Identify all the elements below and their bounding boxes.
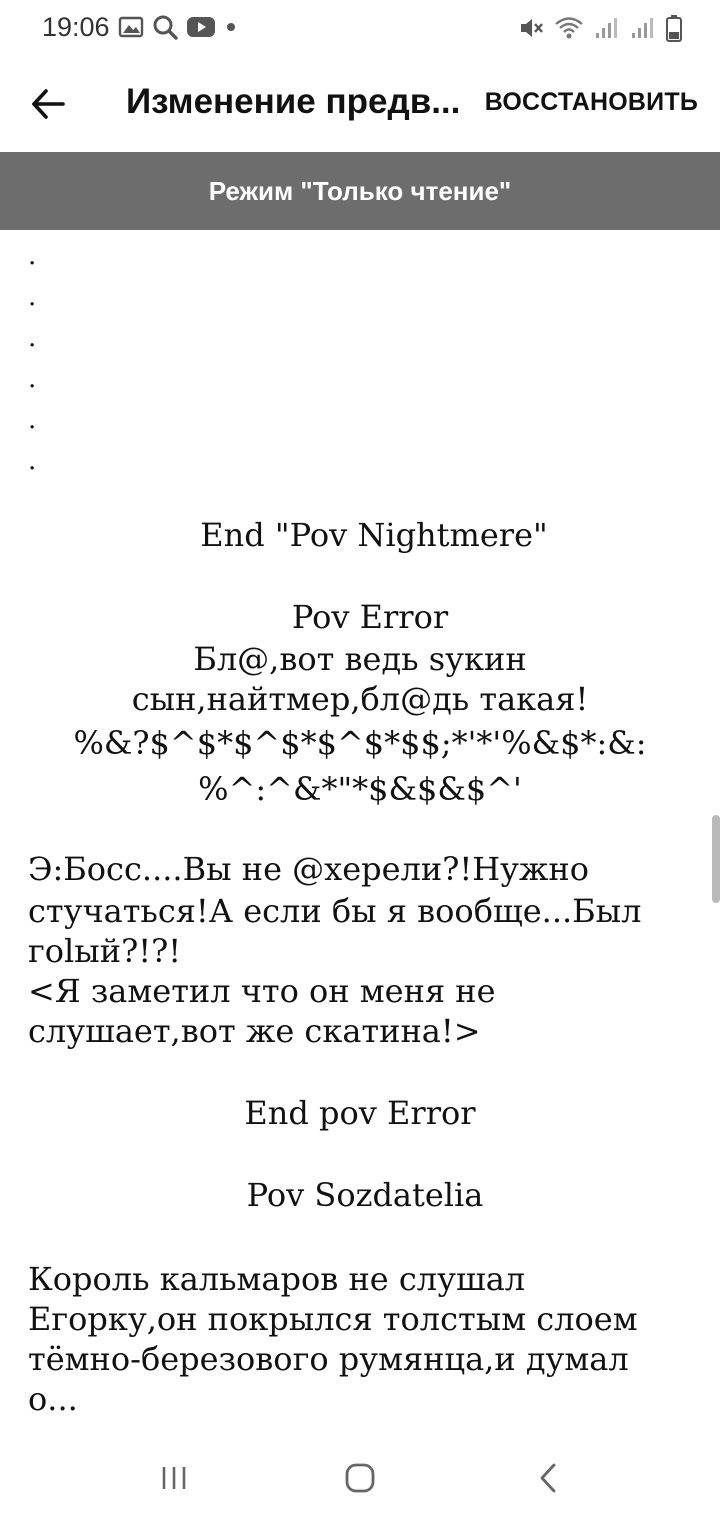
restore-button[interactable]: ВОССТАНОВИТЬ [485, 88, 698, 117]
pov-error-heading: Pov Error [291, 598, 449, 636]
signal-icon [596, 18, 617, 38]
status-bar: 19:06 [0, 0, 720, 56]
search-icon [153, 15, 178, 40]
dot-icon [227, 23, 235, 31]
readonly-banner-text: Режим "Только чтение" [208, 175, 512, 206]
paragraph-line: Король кальмаров не слушал [28, 1260, 526, 1298]
nav-back-button[interactable] [518, 1458, 578, 1498]
dot-line: . [28, 405, 37, 435]
dot-line: . [28, 241, 37, 271]
recents-icon [162, 1467, 186, 1489]
dot-line: . [28, 323, 37, 353]
navigation-bar [0, 1430, 720, 1520]
home-icon [345, 1463, 375, 1493]
text-content[interactable]: . . . . . . End "Pov Nightmere" Pov Erro… [0, 230, 720, 1430]
recents-button[interactable] [144, 1458, 204, 1498]
battery-icon [666, 15, 682, 42]
paragraph-line: тёмно-березового румянца,и думал [28, 1340, 629, 1378]
image-icon [118, 16, 144, 38]
error-line: сын,найтмер,бл@дь такая! [131, 680, 589, 718]
status-time: 19:06 [42, 12, 110, 42]
paragraph-line: слушает,вот же скатина!> [28, 1012, 481, 1050]
paragraph-line: <Я заметил что он меня не [28, 972, 496, 1010]
home-button[interactable] [330, 1458, 390, 1498]
error-line: %&?$^$*$^$*$^$*$$;*'*'%&$*:&: [73, 724, 647, 762]
youtube-icon [187, 17, 215, 37]
wifi-icon [555, 17, 583, 39]
paragraph-line: о... [28, 1380, 78, 1418]
status-left-icons [118, 14, 238, 40]
dots-list: . . . . . . [28, 236, 36, 482]
status-right-icons [518, 14, 682, 42]
back-button[interactable] [22, 78, 74, 130]
readonly-banner: Режим "Только чтение" [0, 152, 720, 230]
error-line: Бл@,вот ведь sукин [193, 640, 527, 678]
paragraph-line: Егорку,он покрылся толстым слоем [28, 1300, 638, 1338]
dot-line: . [28, 446, 37, 476]
end-pov-error-heading: End pov Error [244, 1094, 476, 1132]
error-line: %^:^&*"*$&$&$^' [198, 770, 522, 808]
app-bar: Изменение предв... ВОССТАНОВИТЬ [0, 56, 720, 152]
dot-line: . [28, 282, 37, 312]
back-chevron-icon [540, 1463, 556, 1493]
signal-icon-2 [632, 18, 653, 38]
mute-icon [521, 19, 543, 37]
page-title: Изменение предв... [126, 82, 461, 121]
pov-sozdatelia-heading: Pov Sozdatelia [246, 1176, 484, 1214]
paragraph-line: стучаться!А если бы я вообще...Был [28, 892, 642, 930]
paragraph-line: гоlый?!?! [28, 932, 182, 970]
paragraph-line: Э:Босс....Вы не @херели?!Нужно [28, 850, 590, 888]
scrollbar-thumb[interactable] [712, 815, 720, 903]
end-nightmere-heading: End "Pov Nightmere" [200, 516, 548, 554]
dot-line: . [28, 364, 37, 394]
arrow-left-icon [32, 89, 65, 119]
